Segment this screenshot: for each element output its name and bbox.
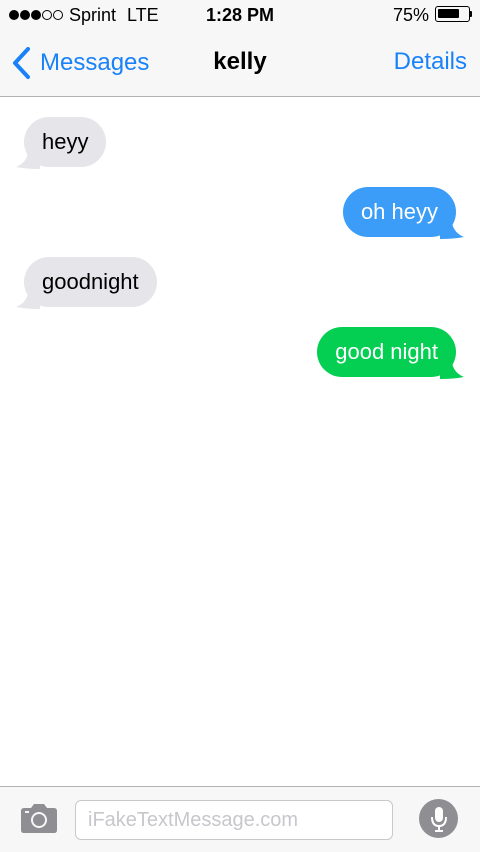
battery-fill xyxy=(438,9,459,18)
message-bubble: oh heyy xyxy=(342,187,456,237)
mic-button[interactable] xyxy=(419,799,458,838)
battery-icon xyxy=(435,6,470,22)
back-label: Messages xyxy=(40,49,150,76)
message-received[interactable]: goodnight xyxy=(16,257,157,309)
chevron-left-icon xyxy=(13,47,30,79)
message-received[interactable]: heyy xyxy=(16,117,107,169)
microphone-icon xyxy=(430,806,447,832)
message-sent[interactable]: good night xyxy=(317,327,464,379)
battery-percent: 75% xyxy=(392,5,429,25)
message-thread: heyy oh heyy goodnight good night xyxy=(0,97,480,787)
details-button[interactable]: Details xyxy=(394,48,467,76)
navigation-bar: Messages kelly Details xyxy=(0,30,480,97)
message-bubble: heyy xyxy=(24,117,107,167)
back-button[interactable]: Messages xyxy=(10,45,149,81)
status-bar: Sprint LTE 1:28 PM 75% xyxy=(0,0,480,30)
message-bubble: good night xyxy=(317,327,456,377)
camera-icon[interactable] xyxy=(20,802,58,834)
message-sent[interactable]: oh heyy xyxy=(342,187,464,239)
message-bubble: goodnight xyxy=(24,257,157,307)
compose-bar xyxy=(0,786,480,852)
message-input[interactable] xyxy=(75,800,393,840)
battery-tip xyxy=(470,11,472,17)
